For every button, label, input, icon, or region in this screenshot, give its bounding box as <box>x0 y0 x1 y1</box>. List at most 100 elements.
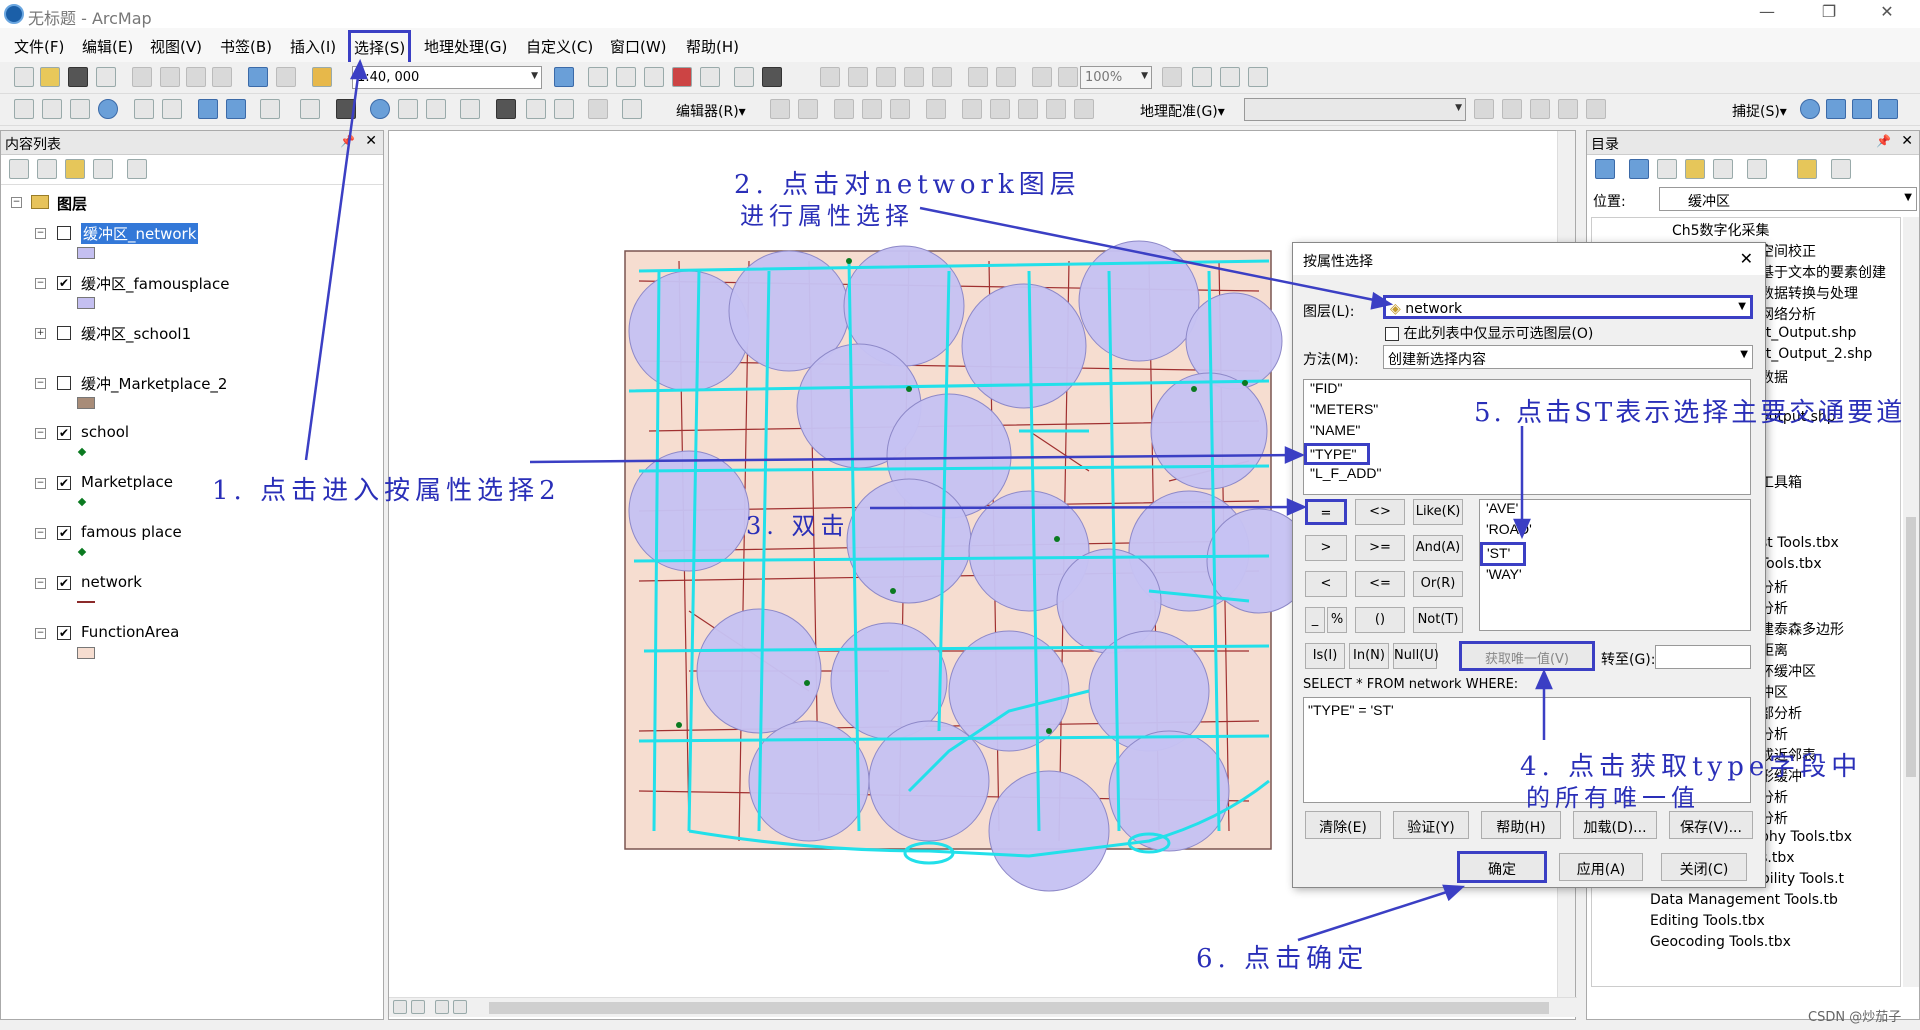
fixed-zoom-out-tool-icon[interactable] <box>162 99 182 119</box>
zoom-out-icon[interactable] <box>42 99 62 119</box>
layer-name[interactable]: school <box>81 423 129 441</box>
catalog-window-icon[interactable] <box>616 67 636 87</box>
catalog-item[interactable]: Data Management Tools.tb <box>1650 892 1838 913</box>
menu-insert[interactable]: 插入(I) <box>290 36 336 57</box>
view-link-table-icon[interactable] <box>1586 99 1606 119</box>
collapse-icon[interactable]: − <box>35 478 46 489</box>
identify-icon[interactable] <box>370 99 390 119</box>
layer-combo[interactable]: ◈ network ▼ <box>1383 295 1753 319</box>
refresh-icon[interactable] <box>435 1000 449 1014</box>
catalog-item[interactable]: Geocoding Tools.tbx <box>1650 934 1791 955</box>
layer-name[interactable]: 缓冲区_famousplace <box>81 273 229 294</box>
forward-arrow-icon[interactable] <box>226 99 246 119</box>
python-window-icon[interactable] <box>700 67 720 87</box>
percent-button[interactable]: % <box>1327 607 1347 633</box>
catalog-item[interactable]: 工具箱 <box>1760 472 1802 493</box>
catalog-item[interactable]: 部分析 <box>1760 703 1802 724</box>
cut-polygons-icon[interactable] <box>1018 99 1038 119</box>
in-button[interactable]: In(N) <box>1349 643 1389 669</box>
list-by-selection-icon[interactable] <box>93 159 113 179</box>
data-view-icon[interactable] <box>393 1000 407 1014</box>
like-operator-button[interactable]: Like(K) <box>1413 499 1463 525</box>
layer-symbol[interactable] <box>77 601 95 603</box>
layer-visibility-checkbox[interactable] <box>57 226 71 240</box>
toolbox-icon[interactable] <box>672 67 692 87</box>
catalog-item[interactable]: 基于文本的要素创建 <box>1760 262 1886 283</box>
layer-name[interactable]: Marketplace <box>81 473 173 491</box>
get-unique-values-button[interactable]: 获取唯一值(V) <box>1459 641 1595 671</box>
viewer-window-icon[interactable] <box>622 99 642 119</box>
collapse-icon[interactable]: + <box>35 328 46 339</box>
menu-selection[interactable]: 选择(S) <box>348 30 412 65</box>
layer-name[interactable]: 缓冲区_school1 <box>81 323 191 344</box>
catalog-item[interactable]: 网络分析 <box>1760 304 1816 325</box>
layer-symbol[interactable] <box>77 397 95 409</box>
back-arrow-icon[interactable] <box>198 99 218 119</box>
add-control-points-icon[interactable] <box>1474 99 1494 119</box>
collapse-icon[interactable]: − <box>11 197 22 208</box>
menu-geoprocessing[interactable]: 地理处理(G) <box>424 36 507 57</box>
layer-visibility-checkbox[interactable]: ✔ <box>57 576 71 590</box>
is-button[interactable]: Is(I) <box>1305 643 1345 669</box>
and-operator-button[interactable]: And(A) <box>1413 535 1463 561</box>
clear-selection-icon[interactable] <box>300 99 320 119</box>
only-selectable-option[interactable]: 在此列表中仅显示可选图层(O) <box>1385 323 1593 343</box>
find-binoculars-icon[interactable] <box>496 99 516 119</box>
change-layout-icon[interactable] <box>1220 67 1240 87</box>
parentheses-button[interactable]: () <box>1355 607 1405 633</box>
only-selectable-checkbox[interactable] <box>1385 327 1399 341</box>
new-folder-icon[interactable] <box>1797 159 1817 179</box>
catalog-scrollbar[interactable] <box>1903 217 1919 987</box>
copy-icon[interactable] <box>160 67 180 87</box>
fixed-zoom-in-tool-icon[interactable] <box>134 99 154 119</box>
layout-zoom-out-icon[interactable] <box>848 67 868 87</box>
find-route-icon[interactable] <box>526 99 546 119</box>
shift-raster-icon[interactable] <box>1558 99 1578 119</box>
layer-visibility-checkbox[interactable] <box>57 376 71 390</box>
catalog-close-icon[interactable]: ✕ <box>1901 133 1913 149</box>
connect-folder-icon[interactable] <box>1713 159 1733 179</box>
layer-symbol[interactable] <box>77 647 95 659</box>
scale-combo[interactable]: 1:40, 000 ▼ <box>352 66 542 89</box>
layout-view-icon[interactable] <box>411 1000 425 1014</box>
rotate-icon[interactable] <box>1074 99 1094 119</box>
view-menu-icon[interactable] <box>1747 159 1767 179</box>
menu-edit[interactable]: 编辑(E) <box>82 36 133 57</box>
hyperlink-icon[interactable] <box>398 99 418 119</box>
georeferencing-menu[interactable]: 地理配准(G)▾ <box>1140 101 1225 121</box>
save-button[interactable]: 保存(V)... <box>1669 811 1753 839</box>
previous-extent-icon[interactable] <box>1032 67 1052 87</box>
layer-visibility-checkbox[interactable]: ✔ <box>57 526 71 540</box>
layer-name[interactable]: 缓冲区_network <box>81 223 199 244</box>
snapping-menu[interactable]: 捕捉(S)▾ <box>1732 101 1787 121</box>
toc-close-icon[interactable]: ✕ <box>365 133 377 149</box>
layer-symbol[interactable] <box>77 297 95 309</box>
layer-symbol[interactable] <box>77 447 87 457</box>
layer-visibility-checkbox[interactable] <box>57 326 71 340</box>
fixed-zoom-in-icon[interactable] <box>968 67 988 87</box>
catalog-item[interactable]: 建泰森多边形 <box>1760 619 1844 640</box>
zoom-percent-combo[interactable]: 100% ▼ <box>1080 66 1152 89</box>
method-combo[interactable]: 创建新选择内容 ▼ <box>1383 345 1753 369</box>
point-snapping-icon[interactable] <box>1800 99 1820 119</box>
map-horizontal-scrollbar[interactable] <box>389 997 1577 1017</box>
apply-button[interactable]: 应用(A) <box>1559 853 1643 881</box>
layer-name[interactable]: 缓冲_Marketplace_2 <box>81 373 227 394</box>
forward-icon[interactable] <box>1629 159 1649 179</box>
editor-menu[interactable]: 编辑器(R)▾ <box>676 101 746 121</box>
model-builder-icon[interactable] <box>734 67 754 87</box>
menu-view[interactable]: 视图(V) <box>150 36 202 57</box>
fixed-zoom-out-icon[interactable] <box>996 67 1016 87</box>
collapse-icon[interactable]: − <box>35 278 46 289</box>
layer-visibility-checkbox[interactable]: ✔ <box>57 276 71 290</box>
time-slider-icon[interactable] <box>588 99 608 119</box>
menu-help[interactable]: 帮助(H) <box>686 36 739 57</box>
less-equal-operator-button[interactable]: <= <box>1355 571 1405 597</box>
layout-zoom-in-icon[interactable] <box>820 67 840 87</box>
layer-visibility-checkbox[interactable]: ✔ <box>57 476 71 490</box>
load-button[interactable]: 加载(D)... <box>1573 811 1657 839</box>
table-window-icon[interactable] <box>588 67 608 87</box>
catalog-options-icon[interactable] <box>1831 159 1851 179</box>
not-operator-button[interactable]: Not(T) <box>1413 607 1463 633</box>
menu-bookmarks[interactable]: 书签(B) <box>220 36 272 57</box>
